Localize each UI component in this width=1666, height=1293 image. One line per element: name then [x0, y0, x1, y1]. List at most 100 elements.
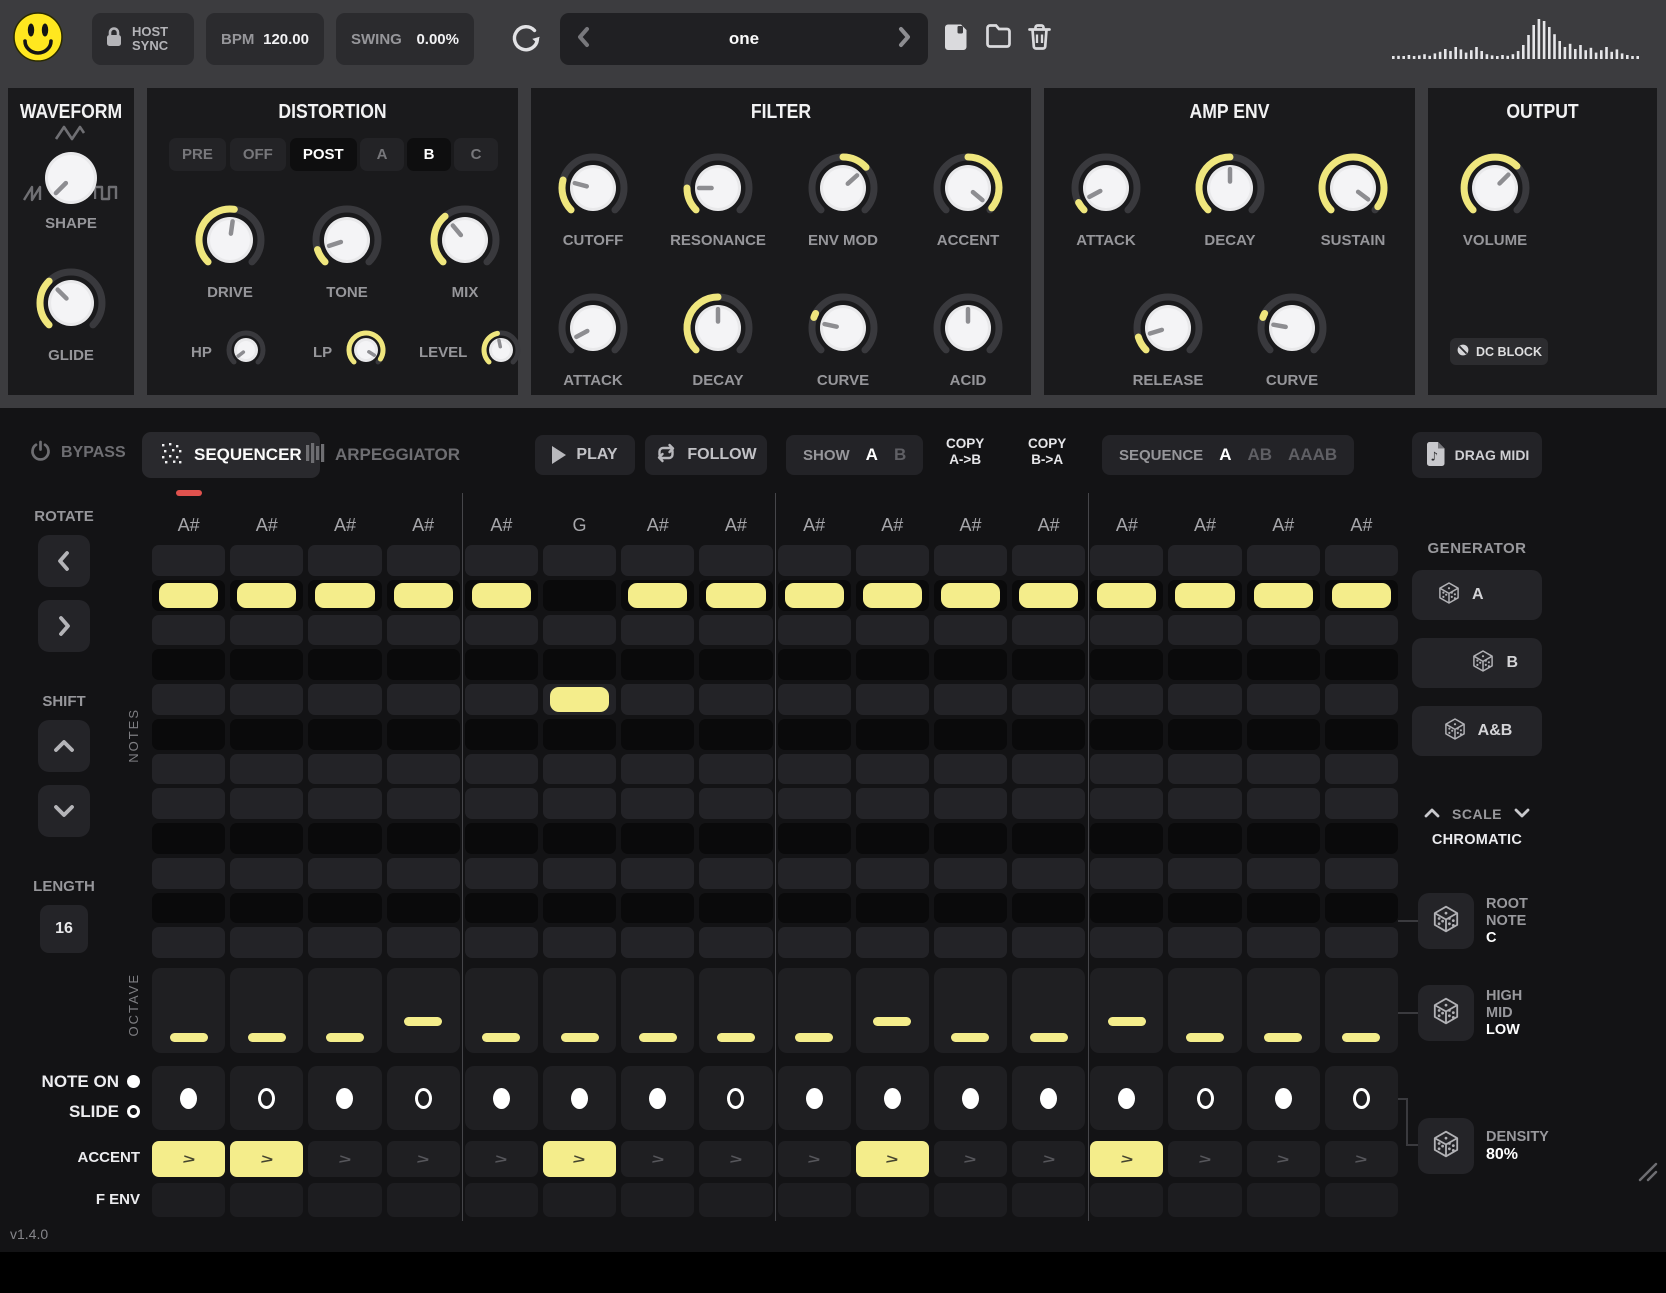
note-cell-B-step11[interactable] — [934, 545, 1007, 576]
octave-cell-step13[interactable] — [1090, 968, 1163, 1053]
note-cell-C-step7[interactable] — [621, 927, 694, 958]
note-cell-D#-step15[interactable] — [1247, 823, 1320, 854]
knob-dial[interactable] — [679, 149, 757, 232]
note-cell-E-step14[interactable] — [1168, 788, 1241, 819]
note-cell-E-step15[interactable] — [1247, 788, 1320, 819]
note-cell-F#-step9[interactable] — [778, 719, 851, 750]
note-cell-A-step1[interactable] — [152, 615, 225, 646]
f-env-cell-step9[interactable] — [778, 1183, 851, 1217]
note-cell-D#-step13[interactable] — [1090, 823, 1163, 854]
generate-a-button[interactable]: A — [1412, 570, 1542, 620]
knob-dial[interactable] — [426, 201, 504, 284]
note-cell-B-step7[interactable] — [621, 545, 694, 576]
note-cell-F-step7[interactable] — [621, 754, 694, 785]
note-cell-A#-step13[interactable] — [1090, 580, 1163, 611]
note-cell-B-step6[interactable] — [543, 545, 616, 576]
accent-cell-step10[interactable]: > — [856, 1141, 929, 1177]
note-on-cell-step8[interactable] — [699, 1066, 772, 1130]
note-cell-F#-step2[interactable] — [230, 719, 303, 750]
knob-dial[interactable] — [679, 289, 757, 372]
distortion-mix-knob[interactable]: MIX — [426, 201, 504, 301]
note-cell-D#-step11[interactable] — [934, 823, 1007, 854]
note-cell-F#-step13[interactable] — [1090, 719, 1163, 750]
note-cell-E-step5[interactable] — [465, 788, 538, 819]
resonance-knob[interactable]: RESONANCE — [679, 149, 757, 249]
note-cell-F#-step1[interactable] — [152, 719, 225, 750]
octave-cell-step9[interactable] — [778, 968, 851, 1053]
note-cell-A-step5[interactable] — [465, 615, 538, 646]
f-env-cell-step6[interactable] — [543, 1183, 616, 1217]
note-cell-F-step11[interactable] — [934, 754, 1007, 785]
scale-up-icon[interactable] — [1423, 806, 1441, 822]
active-note-pill[interactable] — [941, 583, 1000, 608]
note-cell-A-step15[interactable] — [1247, 615, 1320, 646]
note-cell-G-step16[interactable] — [1325, 684, 1398, 715]
note-cell-E-step11[interactable] — [934, 788, 1007, 819]
note-cell-F#-step3[interactable] — [308, 719, 381, 750]
note-cell-G-step9[interactable] — [778, 684, 851, 715]
note-cell-F-step5[interactable] — [465, 754, 538, 785]
note-cell-A#-step3[interactable] — [308, 580, 381, 611]
active-note-pill[interactable] — [785, 583, 844, 608]
note-cell-G#-step15[interactable] — [1247, 649, 1320, 680]
note-cell-B-step12[interactable] — [1012, 545, 1085, 576]
octave-cell-step15[interactable] — [1247, 968, 1320, 1053]
note-cell-A-step3[interactable] — [308, 615, 381, 646]
note-cell-G#-step14[interactable] — [1168, 649, 1241, 680]
knob-dial[interactable] — [1129, 289, 1207, 372]
note-cell-C#-step15[interactable] — [1247, 893, 1320, 924]
note-cell-G#-step1[interactable] — [152, 649, 225, 680]
knob-dial[interactable] — [308, 201, 386, 284]
smiley-logo-icon[interactable] — [12, 11, 64, 63]
note-cell-F-step9[interactable] — [778, 754, 851, 785]
note-cell-G#-step2[interactable] — [230, 649, 303, 680]
note-on-cell-step16[interactable] — [1325, 1066, 1398, 1130]
shift-down-button[interactable] — [38, 785, 90, 837]
knob-dial[interactable] — [191, 201, 269, 284]
note-on-cell-step4[interactable] — [387, 1066, 460, 1130]
swing-control[interactable]: SWING 0.00% — [336, 13, 474, 65]
dc-block-toggle[interactable]: DC BLOCK — [1450, 338, 1548, 365]
f-env-cell-step7[interactable] — [621, 1183, 694, 1217]
glide-knob[interactable]: GLIDE — [32, 264, 110, 364]
knob-dial[interactable] — [344, 328, 388, 377]
rotate-left-button[interactable] — [38, 535, 90, 587]
note-cell-A-step7[interactable] — [621, 615, 694, 646]
note-cell-D#-step4[interactable] — [387, 823, 460, 854]
note-cell-G-step5[interactable] — [465, 684, 538, 715]
option-c[interactable]: C — [454, 138, 498, 171]
f-env-cell-step3[interactable] — [308, 1183, 381, 1217]
note-cell-C-step9[interactable] — [778, 927, 851, 958]
note-cell-C-step6[interactable] — [543, 927, 616, 958]
root-note-value[interactable]: C — [1486, 930, 1596, 947]
delete-preset-icon[interactable] — [1027, 23, 1052, 56]
bpm-control[interactable]: BPM 120.00 — [206, 13, 324, 65]
note-cell-B-step14[interactable] — [1168, 545, 1241, 576]
note-cell-D-step12[interactable] — [1012, 858, 1085, 889]
accent-cell-step16[interactable]: > — [1325, 1141, 1398, 1177]
accent-cell-step2[interactable]: > — [230, 1141, 303, 1177]
knob-dial[interactable] — [224, 328, 268, 377]
randomize-density-button[interactable] — [1418, 1118, 1474, 1174]
note-cell-G#-step12[interactable] — [1012, 649, 1085, 680]
accent-cell-step1[interactable]: > — [152, 1141, 225, 1177]
note-cell-F-step15[interactable] — [1247, 754, 1320, 785]
range-option-high[interactable]: HIGH — [1486, 988, 1596, 1005]
note-cell-F#-step15[interactable] — [1247, 719, 1320, 750]
note-cell-A#-step10[interactable] — [856, 580, 929, 611]
release-knob[interactable]: RELEASE — [1129, 289, 1207, 389]
note-cell-B-step10[interactable] — [856, 545, 929, 576]
octave-cell-step8[interactable] — [699, 968, 772, 1053]
swing-value[interactable]: 0.00% — [416, 31, 459, 48]
note-cell-C-step1[interactable] — [152, 927, 225, 958]
note-on-cell-step5[interactable] — [465, 1066, 538, 1130]
note-cell-D-step4[interactable] — [387, 858, 460, 889]
note-cell-D-step2[interactable] — [230, 858, 303, 889]
drag-midi-button[interactable]: ♪ DRAG MIDI — [1412, 432, 1542, 478]
note-cell-B-step13[interactable] — [1090, 545, 1163, 576]
note-cell-B-step16[interactable] — [1325, 545, 1398, 576]
note-cell-C#-step6[interactable] — [543, 893, 616, 924]
f-env-cell-step16[interactable] — [1325, 1183, 1398, 1217]
note-on-cell-step2[interactable] — [230, 1066, 303, 1130]
note-cell-G-step7[interactable] — [621, 684, 694, 715]
